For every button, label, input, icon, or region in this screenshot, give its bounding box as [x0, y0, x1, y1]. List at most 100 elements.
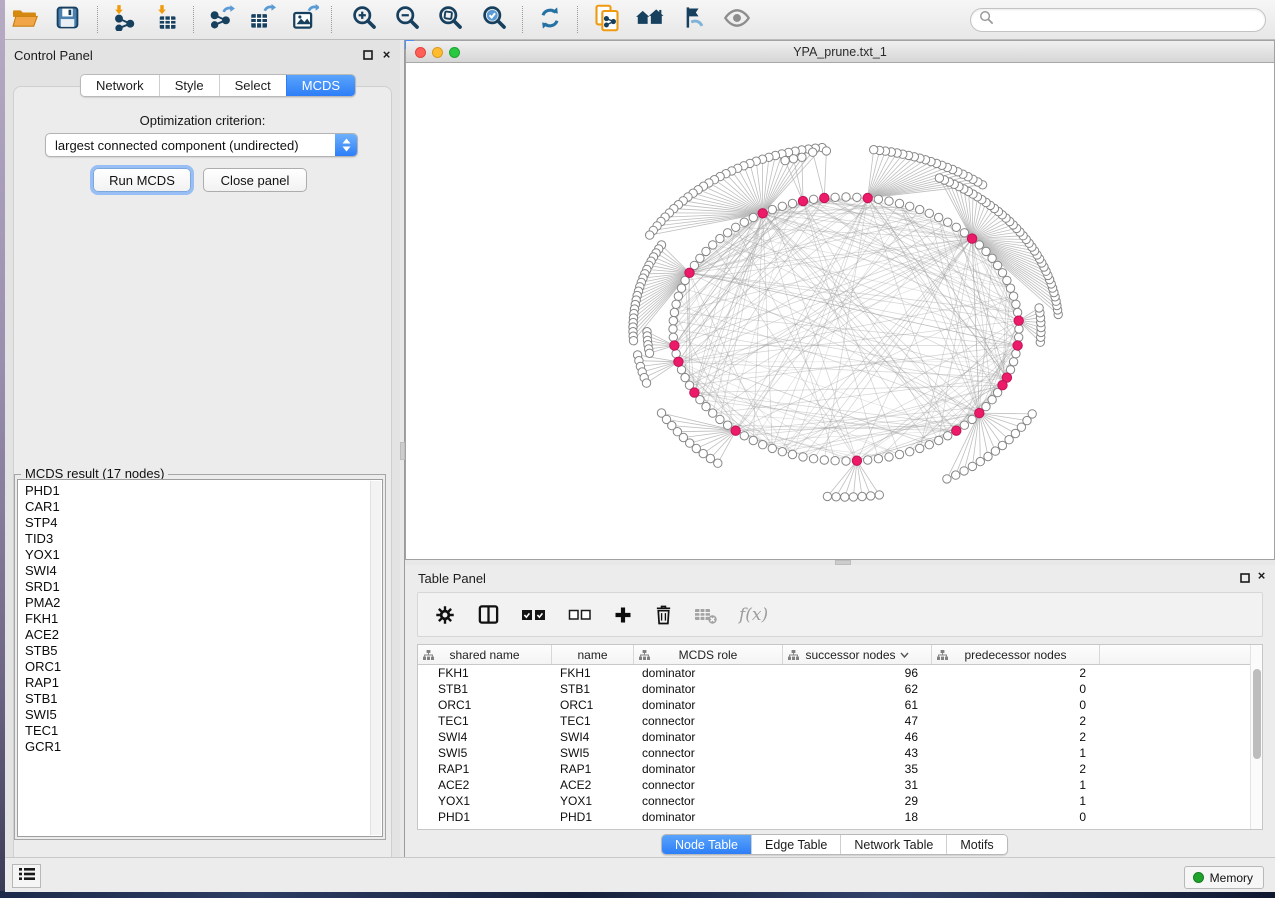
desktop: Control Panel × NetworkStyleSelectMCDS O… — [0, 0, 1275, 898]
zoom-out-button[interactable] — [390, 4, 424, 36]
network-overview-button[interactable] — [633, 4, 667, 36]
zoom-selected-button[interactable] — [477, 4, 511, 36]
mcds-result-item[interactable]: YOX1 — [18, 547, 369, 563]
refresh-view-button[interactable] — [533, 4, 567, 36]
network-window-titlebar[interactable]: YPA_prune.txt_1 — [406, 41, 1274, 63]
delete-table-button[interactable] — [694, 605, 718, 625]
close-table-panel-icon[interactable]: × — [1255, 569, 1268, 582]
table-cell: YOX1 — [418, 794, 552, 808]
table-tab-motifs[interactable]: Motifs — [946, 835, 1006, 854]
table-row[interactable]: STB1STB1dominator620 — [418, 681, 1262, 697]
export-table-button[interactable] — [245, 4, 279, 36]
close-panel-button[interactable]: Close panel — [203, 168, 307, 192]
table-cell: FKH1 — [418, 666, 552, 680]
network-canvas[interactable] — [406, 63, 1274, 559]
mcds-result-item[interactable]: PMA2 — [18, 595, 369, 611]
mcds-result-item[interactable]: STP4 — [18, 515, 369, 531]
tab-select[interactable]: Select — [219, 75, 286, 96]
add-row-button[interactable] — [613, 605, 633, 625]
mcds-result-item[interactable]: ACE2 — [18, 627, 369, 643]
search-box[interactable] — [970, 8, 1266, 32]
float-table-panel-icon[interactable] — [1238, 571, 1251, 584]
table-row[interactable]: PHD1PHD1dominator180 — [418, 809, 1262, 825]
table-row[interactable]: SWI5SWI5connector431 — [418, 745, 1262, 761]
close-panel-icon[interactable]: × — [380, 48, 393, 61]
optimization-criterion-select[interactable]: largest connected component (undirected) — [45, 133, 358, 157]
tab-style[interactable]: Style — [159, 75, 219, 96]
hide-graphics-details-button[interactable] — [676, 4, 710, 36]
table-cell: connector — [634, 714, 783, 728]
table-cell: PHD1 — [552, 810, 634, 824]
table-cell: ACE2 — [418, 778, 552, 792]
mcds-result-item[interactable]: TID3 — [18, 531, 369, 547]
table-cell: 29 — [783, 794, 932, 808]
unselect-all-button[interactable] — [568, 607, 592, 623]
memory-button[interactable]: Memory — [1184, 866, 1264, 889]
column-header-name[interactable]: name — [552, 645, 634, 664]
toolbar-separator — [97, 6, 98, 33]
zoom-selected-icon — [481, 4, 508, 36]
export-image-button[interactable] — [288, 4, 322, 36]
import-table-button[interactable] — [149, 4, 183, 36]
mcds-result-item[interactable]: RAP1 — [18, 675, 369, 691]
search-input[interactable] — [994, 10, 1265, 30]
eye-icon — [723, 6, 751, 35]
task-history-button[interactable] — [12, 864, 41, 888]
table-row[interactable]: RAP1RAP1dominator352 — [418, 761, 1262, 777]
zoom-in-button[interactable] — [347, 4, 381, 36]
export-network-button[interactable] — [205, 4, 239, 36]
column-header-shared-name[interactable]: shared name — [418, 645, 552, 664]
save-floppy-icon — [55, 5, 80, 35]
table-row[interactable]: FKH1FKH1dominator962 — [418, 665, 1262, 681]
mcds-result-item[interactable]: SRD1 — [18, 579, 369, 595]
table-tab-network-table[interactable]: Network Table — [840, 835, 946, 854]
column-header-successor-nodes[interactable]: successor nodes — [783, 645, 932, 664]
delete-row-button[interactable] — [654, 604, 673, 625]
select-all-button[interactable] — [521, 606, 547, 624]
mcds-result-item[interactable]: SWI5 — [18, 707, 369, 723]
column-header-mcds-role[interactable]: MCDS role — [634, 645, 783, 664]
mcds-result-group: MCDS result (17 nodes) PHD1CAR1STP4TID3Y… — [14, 474, 386, 840]
tab-network[interactable]: Network — [81, 75, 159, 96]
mcds-result-scrollbar[interactable] — [370, 481, 381, 835]
mcds-result-item[interactable]: STB5 — [18, 643, 369, 659]
table-settings-button[interactable] — [434, 604, 456, 626]
table-cell: dominator — [634, 762, 783, 776]
table-cell: 2 — [932, 730, 1100, 744]
table-tab-node-table[interactable]: Node Table — [662, 835, 751, 854]
table-cell: ACE2 — [552, 778, 634, 792]
table-row[interactable]: ORC1ORC1dominator610 — [418, 697, 1262, 713]
open-file-button[interactable] — [8, 4, 42, 36]
tab-mcds[interactable]: MCDS — [286, 75, 355, 96]
table-cell: dominator — [634, 682, 783, 696]
table-scrollbar-thumb[interactable] — [1253, 669, 1261, 759]
import-network-button[interactable] — [106, 4, 140, 36]
mcds-result-item[interactable]: ORC1 — [18, 659, 369, 675]
table-tab-edge-table[interactable]: Edge Table — [751, 835, 840, 854]
show-columns-button[interactable] — [477, 603, 500, 626]
save-session-button[interactable] — [50, 4, 84, 36]
table-row[interactable]: ACE2ACE2connector311 — [418, 777, 1262, 793]
table-cell: 61 — [783, 698, 932, 712]
table-scrollbar[interactable] — [1250, 645, 1262, 829]
show-graphics-details-button[interactable] — [720, 4, 754, 36]
table-row[interactable]: TEC1TEC1connector472 — [418, 713, 1262, 729]
mcds-result-item[interactable]: PHD1 — [18, 483, 369, 499]
mcds-result-item[interactable]: STB1 — [18, 691, 369, 707]
refresh-icon — [537, 5, 563, 36]
mcds-result-item[interactable]: GCR1 — [18, 739, 369, 755]
clone-network-button[interactable] — [590, 4, 624, 36]
mcds-result-item[interactable]: CAR1 — [18, 499, 369, 515]
table-row[interactable]: YOX1YOX1connector291 — [418, 793, 1262, 809]
mcds-result-item[interactable]: TEC1 — [18, 723, 369, 739]
mcds-result-item[interactable]: SWI4 — [18, 563, 369, 579]
mcds-result-item[interactable]: FKH1 — [18, 611, 369, 627]
table-cell: 1 — [932, 778, 1100, 792]
column-header-predecessor-nodes[interactable]: predecessor nodes — [932, 645, 1100, 664]
table-tabs: Node TableEdge TableNetwork TableMotifs — [661, 834, 1008, 855]
zoom-fit-button[interactable] — [433, 4, 467, 36]
run-mcds-button[interactable]: Run MCDS — [93, 168, 191, 192]
table-cell: TEC1 — [552, 714, 634, 728]
float-panel-icon[interactable] — [361, 48, 374, 61]
table-row[interactable]: SWI4SWI4dominator462 — [418, 729, 1262, 745]
